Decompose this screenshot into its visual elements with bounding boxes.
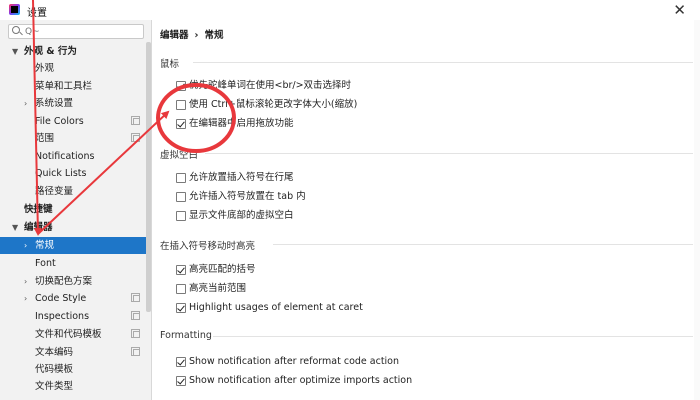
sidebar-item-label: 菜单和工具栏	[35, 81, 93, 92]
sidebar-item-label: 范围	[35, 133, 55, 144]
sidebar-item-general[interactable]: › 常规	[0, 237, 151, 254]
settings-content: 编辑器 › 常规 鼠标 优先驼峰单词在使用<br/>双击选择时 使用 Ctrl+鼠标…	[153, 20, 700, 400]
option-label: Highlight usages of element at caret	[189, 302, 363, 313]
sidebar-item-label: 代码模板	[35, 364, 74, 375]
checkbox-icon[interactable]	[176, 357, 186, 367]
section-title-virtual-space: 虚拟空白	[160, 150, 199, 161]
sidebar-item-path-variables[interactable]: 路径变量	[0, 183, 151, 200]
sidebar-item-font[interactable]: Font	[0, 255, 151, 272]
section-divider	[273, 244, 693, 245]
collapse-arrow-icon[interactable]: ›	[24, 95, 27, 112]
sidebar-item-label: 常规	[35, 240, 55, 251]
title-bar: 设置 ✕	[0, 0, 700, 20]
copy-scope-icon	[131, 311, 140, 320]
sidebar-item-live-templates[interactable]: 代码模板	[0, 361, 151, 378]
search-icon	[12, 26, 20, 34]
sidebar-item-file-types[interactable]: 文件类型	[0, 378, 151, 395]
search-input[interactable]	[25, 26, 137, 37]
close-icon[interactable]: ✕	[673, 0, 686, 20]
sidebar-item-label: 路径变量	[35, 186, 74, 197]
checkbox-icon[interactable]	[176, 376, 186, 386]
sidebar-item-keymap[interactable]: 快捷键	[0, 201, 151, 218]
option-label: 优先驼峰单词在使用<br/>双击选择时	[189, 80, 352, 91]
sidebar-item-label: File Colors	[35, 116, 84, 127]
sidebar-item-code-style[interactable]: › Code Style	[0, 290, 151, 307]
sidebar-item-label: 外观 & 行为	[24, 46, 77, 57]
section-divider	[193, 62, 693, 63]
sidebar-item-label: 切换配色方案	[35, 276, 93, 287]
sidebar-item-color-scheme[interactable]: › 切换配色方案	[0, 273, 151, 290]
expand-arrow-icon[interactable]: ▼	[12, 43, 18, 60]
sidebar-item-label: 文本编码	[35, 347, 74, 358]
sidebar-item-system-settings[interactable]: › 系统设置	[0, 95, 151, 112]
checkbox-icon[interactable]	[176, 303, 186, 313]
sidebar-item-label: Font	[35, 258, 56, 269]
option-label: 高亮匹配的括号	[189, 264, 256, 275]
sidebar-item-label: 系统设置	[35, 98, 74, 109]
sidebar-item-label: Notifications	[35, 151, 95, 162]
option-label: 显示文件底部的虚拟空白	[189, 210, 294, 221]
sidebar-item-file-encodings[interactable]: 文本编码	[0, 344, 151, 361]
content-scrollbar[interactable]	[694, 20, 700, 400]
sidebar-item-menus-toolbars[interactable]: 菜单和工具栏	[0, 78, 151, 95]
sidebar-item-editor[interactable]: ▼ 编辑器	[0, 219, 151, 236]
checkbox-icon[interactable]	[176, 284, 186, 294]
app-logo-icon	[9, 4, 20, 15]
option-label: 使用 Ctrl+鼠标滚轮更改字体大小(缩放)	[189, 99, 358, 110]
checkbox-icon[interactable]	[176, 119, 186, 129]
checkbox-icon[interactable]	[176, 100, 186, 110]
sidebar-item-label: Inspections	[35, 311, 90, 322]
option-label: 在编辑器中启用拖放功能	[189, 118, 294, 129]
breadcrumb-item[interactable]: 编辑器	[160, 30, 189, 41]
breadcrumb-separator: ›	[194, 30, 199, 41]
copy-scope-icon	[131, 293, 140, 302]
sidebar-item-scopes[interactable]: 范围	[0, 130, 151, 147]
section-divider	[205, 153, 693, 154]
checkbox-icon[interactable]	[176, 173, 186, 183]
collapse-arrow-icon[interactable]: ›	[24, 290, 27, 307]
option-label: Show notification after optimize imports…	[189, 375, 413, 386]
sidebar-item-label: 文件和代码模板	[35, 329, 102, 340]
sidebar-item-label: Code Style	[35, 293, 87, 304]
option-label: Show notification after reformat code ac…	[189, 356, 400, 367]
copy-scope-icon	[131, 329, 140, 338]
copy-scope-icon	[131, 116, 140, 125]
copy-scope-icon	[131, 133, 140, 142]
checkbox-icon[interactable]	[176, 81, 186, 91]
sidebar-item-file-colors[interactable]: File Colors	[0, 113, 151, 130]
section-title-caret-highlight: 在插入符号移动时高亮	[160, 241, 256, 252]
collapse-arrow-icon[interactable]: ›	[24, 273, 27, 290]
checkbox-icon[interactable]	[176, 211, 186, 221]
expand-arrow-icon[interactable]: ▼	[12, 219, 18, 236]
checkbox-icon[interactable]	[176, 265, 186, 275]
sidebar-item-inspections[interactable]: Inspections	[0, 308, 151, 325]
option-label: 允许放置插入符号在行尾	[189, 172, 294, 183]
sidebar-item-notifications[interactable]: Notifications	[0, 148, 151, 165]
sidebar-item-label: 编辑器	[24, 222, 53, 233]
option-label: 高亮当前范围	[189, 283, 247, 294]
sidebar-item-label: 快捷键	[24, 204, 53, 215]
sidebar-scrollbar[interactable]	[146, 42, 151, 312]
checkbox-icon[interactable]	[176, 192, 186, 202]
option-label: 允许插入符号放置在 tab 内	[189, 191, 306, 202]
sidebar-item-quick-lists[interactable]: Quick Lists	[0, 165, 151, 182]
window-title: 设置	[27, 8, 47, 19]
sidebar-item-appearance-behavior[interactable]: ▼ 外观 & 行为	[0, 43, 151, 60]
collapse-arrow-icon[interactable]: ›	[24, 237, 27, 254]
sidebar-item-label: 文件类型	[35, 381, 74, 392]
copy-scope-icon	[131, 347, 140, 356]
breadcrumb-item: 常规	[204, 30, 224, 41]
sidebar-item-appearance[interactable]: 外观	[0, 60, 151, 77]
section-title-mouse: 鼠标	[160, 59, 180, 70]
sidebar-item-file-templates[interactable]: 文件和代码模板	[0, 326, 151, 343]
sidebar-item-label: 外观	[35, 63, 55, 74]
sidebar-item-label: Quick Lists	[35, 168, 87, 179]
breadcrumb: 编辑器 › 常规	[160, 27, 223, 41]
section-divider	[213, 336, 693, 337]
settings-search[interactable]	[8, 24, 144, 39]
settings-sidebar: ▼ 外观 & 行为 外观 菜单和工具栏 › 系统设置 File Colors 范…	[0, 20, 152, 400]
section-title-formatting: Formatting	[160, 330, 212, 341]
